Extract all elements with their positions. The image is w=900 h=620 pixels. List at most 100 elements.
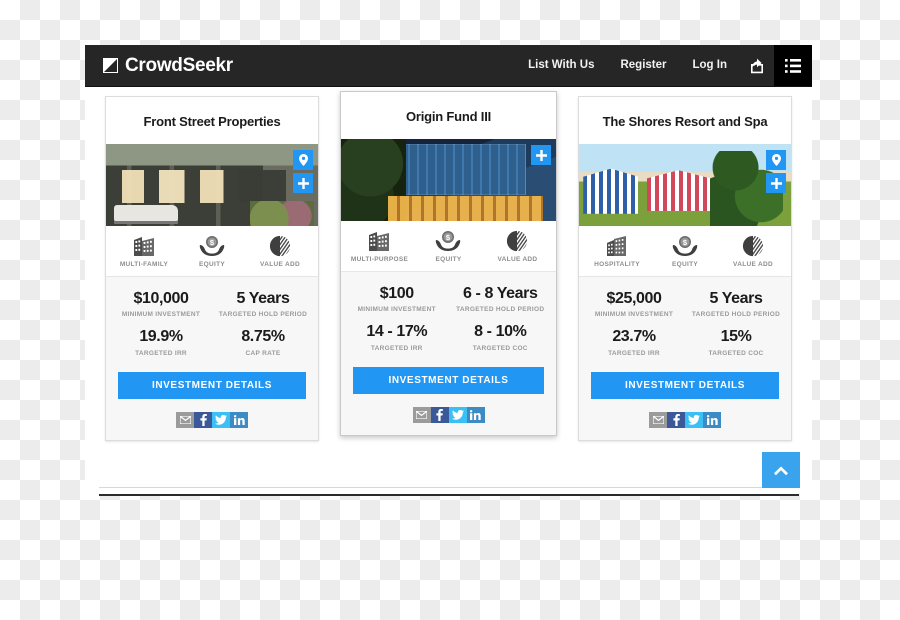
nav-link-register[interactable]: Register [607,45,679,86]
screenshot-stage: CrowdSeekr List With Us Register Log In [0,0,900,620]
attribute-structure: $ EQUITY [178,235,245,268]
stat-value: 5 Years [236,290,290,307]
card-title: The Shores Resort and Spa [602,114,768,129]
plus-icon[interactable] [293,173,313,193]
attribute-property-type: MULTI-PURPOSE [345,230,413,263]
card-title: Front Street Properties [143,114,281,129]
scroll-to-top-button[interactable] [762,452,800,488]
linkedin-icon[interactable] [703,411,721,428]
stat-label: MINIMUM INVESTMENT [357,306,436,314]
cta-container: INVESTMENT DETAILS [341,366,556,400]
facebook-icon[interactable] [194,411,212,428]
stat-hold-period: 5 Years TARGETED HOLD PERIOD [212,287,314,325]
flag-triangle-icon [103,58,118,73]
chevron-up-icon [774,466,788,475]
building-icon [134,237,154,256]
listing-card[interactable]: Front Street Properties MULTI-FAMILY $ E… [105,96,319,441]
attribute-property-type: MULTI-FAMILY [110,235,177,268]
investment-details-button[interactable]: INVESTMENT DETAILS [591,371,779,399]
cta-container: INVESTMENT DETAILS [106,371,318,405]
photo-badges [293,150,313,193]
stat-minimum-investment: $10,000 MINIMUM INVESTMENT [110,287,212,325]
pie-chart-icon [507,230,528,252]
beach-cabanas-resort-photo [579,144,791,226]
attribute-label: VALUE ADD [497,256,538,263]
card-attributes: HOSPITALITY $ EQUITY VALUE ADD [579,226,791,277]
attribute-label: EQUITY [435,256,462,263]
hands-dollar-icon: $ [199,236,225,256]
stat-targeted-coc: 15% TARGETED COC [685,325,787,363]
stat-targeted-coc: 8 - 10% TARGETED COC [449,320,553,358]
building-icon [607,236,626,256]
photo-badges [531,145,551,165]
stat-label: MINIMUM INVESTMENT [121,311,201,319]
website-page: CrowdSeekr List With Us Register Log In [85,45,812,493]
hands-dollar-icon: $ [436,231,461,251]
stat-label: MINIMUM INVESTMENT [594,311,674,319]
investment-details-button[interactable]: INVESTMENT DETAILS [353,366,544,394]
email-icon[interactable] [649,411,667,428]
stat-label: TARGETED IRR [135,349,187,357]
stat-label: CAP RATE [245,349,281,357]
linkedin-icon[interactable] [230,411,248,428]
hands-dollar-icon: $ [672,236,698,256]
attribute-label: VALUE ADD [733,261,773,268]
card-stats: $100 MINIMUM INVESTMENT 6 - 8 Years TARG… [341,272,556,367]
stat-label: TARGETED IRR [608,349,660,357]
stat-value: $25,000 [606,290,662,307]
twitter-icon[interactable] [448,406,467,423]
stat-hold-period: 6 - 8 Years TARGETED HOLD PERIOD [449,282,553,320]
map-pin-icon[interactable] [766,150,786,170]
nav-links: List With Us Register Log In [515,45,812,86]
plus-icon[interactable] [531,145,551,165]
stat-value: 8 - 10% [474,323,527,341]
social-share-container [579,404,791,440]
brand-name: CrowdSeekr [125,54,233,76]
stat-label: TARGETED HOLD PERIOD [456,306,545,314]
stat-minimum-investment: $25,000 MINIMUM INVESTMENT [583,287,685,325]
stat-value: $100 [379,285,414,302]
plus-icon[interactable] [766,173,786,193]
stat-value: $10,000 [133,290,189,307]
twitter-icon[interactable] [212,411,230,428]
stat-minimum-investment: $100 MINIMUM INVESTMENT [345,282,449,320]
stat-value: 6 - 8 Years [463,285,538,302]
social-share-container [106,404,318,440]
twitter-icon[interactable] [685,411,703,428]
email-icon[interactable] [176,411,194,428]
attribute-strategy: VALUE ADD [483,230,551,263]
stat-cap-rate: 8.75% CAP RATE [212,325,314,363]
top-navbar: CrowdSeekr List With Us Register Log In [85,45,812,87]
stat-hold-period: 5 Years TARGETED HOLD PERIOD [685,287,787,325]
attribute-strategy: VALUE ADD [719,235,786,268]
stat-value: 8.75% [241,328,285,346]
attribute-label: VALUE ADD [260,261,300,268]
investment-details-button[interactable]: INVESTMENT DETAILS [118,371,306,399]
stat-value: 15% [720,328,752,346]
listing-card[interactable]: The Shores Resort and Spa HOSPITALITY $ … [578,96,792,441]
photo-badges [766,150,786,193]
industrial-townhomes-photo [106,144,318,226]
glass-office-building-photo [341,139,556,221]
attribute-property-type: HOSPITALITY [583,235,650,268]
brand-logo[interactable]: CrowdSeekr [103,55,233,77]
stat-value: 23.7% [612,328,656,346]
page-bottom-edge [99,487,799,496]
stat-value: 5 Years [709,290,763,307]
facebook-icon[interactable] [667,411,685,428]
attribute-structure: $ EQUITY [414,230,482,263]
stat-label: TARGETED COC [472,344,528,352]
attribute-label: EQUITY [199,261,225,268]
nav-link-log-in[interactable]: Log In [680,45,741,86]
stat-value: 14 - 17% [366,323,428,341]
facebook-icon[interactable] [430,406,449,423]
linkedin-icon[interactable] [466,406,485,423]
share-export-icon[interactable] [740,45,774,86]
nav-link-list-with-us[interactable]: List With Us [515,45,607,86]
map-pin-icon[interactable] [293,150,313,170]
email-icon[interactable] [412,406,431,423]
listing-card[interactable]: Origin Fund III MULTI-PURPOSE $ EQUITY V… [340,91,557,436]
stat-targeted-irr: 23.7% TARGETED IRR [583,325,685,363]
stat-label: TARGETED COC [708,349,764,357]
list-view-icon[interactable] [774,45,812,86]
